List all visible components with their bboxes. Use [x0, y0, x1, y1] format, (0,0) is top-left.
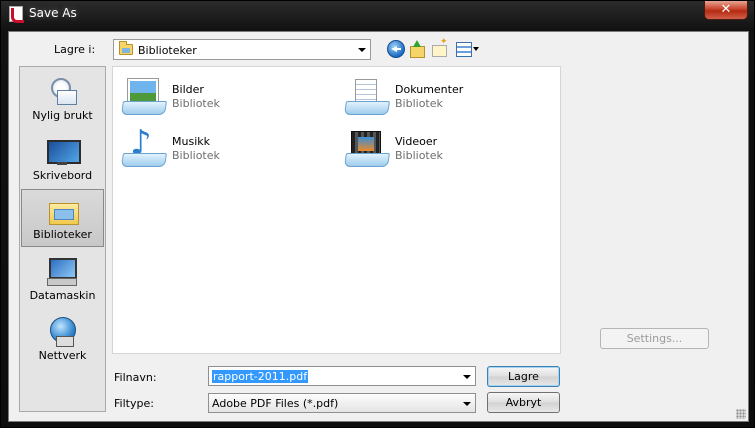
- library-name: Bilder: [172, 83, 204, 96]
- cancel-button[interactable]: Avbryt: [487, 392, 560, 413]
- filename-combobox[interactable]: rapport-2011.pdf: [208, 366, 476, 386]
- recent-places-icon: [47, 76, 77, 106]
- filetype-label: Filtype:: [114, 397, 154, 410]
- back-icon[interactable]: [387, 40, 405, 58]
- library-item-music[interactable]: Musikk Bibliotek: [116, 123, 326, 173]
- library-name: Dokumenter: [395, 83, 464, 96]
- save-as-dialog: Save As ✕ Lagre i: Biblioteker Nylig bru…: [0, 0, 755, 428]
- library-item-pictures[interactable]: Bilder Bibliotek: [116, 75, 326, 121]
- chevron-down-icon[interactable]: [463, 402, 471, 406]
- place-network[interactable]: Nettverk: [21, 311, 104, 369]
- library-item-documents[interactable]: Dokumenter Bibliotek: [339, 75, 549, 121]
- libraries-icon: [48, 195, 79, 225]
- library-type: Bibliotek: [395, 149, 443, 162]
- filename-label: Filnavn:: [114, 371, 157, 384]
- videos-library-icon: [343, 129, 390, 171]
- settings-button[interactable]: Settings...: [600, 328, 709, 349]
- library-name: Musikk: [172, 135, 210, 148]
- place-label: Nettverk: [38, 349, 87, 362]
- filetype-dropdown[interactable]: Adobe PDF Files (*.pdf): [208, 393, 476, 413]
- music-library-icon: [120, 123, 167, 171]
- computer-icon: [47, 256, 77, 286]
- file-list-view[interactable]: Bilder Bibliotek Dokumenter Bibliotek Mu…: [112, 66, 561, 354]
- network-icon: [47, 316, 77, 347]
- place-label: Nylig brukt: [32, 109, 93, 122]
- pictures-library-icon: [120, 77, 167, 119]
- close-button[interactable]: ✕: [704, 1, 748, 20]
- dialog-client-area: Lagre i: Biblioteker Nylig brukt Skriveb…: [8, 31, 749, 422]
- place-libraries[interactable]: Biblioteker: [21, 189, 104, 247]
- library-item-videos[interactable]: Videoer Bibliotek: [339, 127, 549, 173]
- look-in-dropdown[interactable]: Biblioteker: [113, 39, 371, 60]
- new-folder-icon[interactable]: [431, 37, 448, 58]
- places-bar: Nylig brukt Skrivebord Biblioteker Datam…: [19, 66, 106, 412]
- resize-grip[interactable]: [736, 409, 746, 419]
- library-type: Bibliotek: [172, 149, 220, 162]
- save-button[interactable]: Lagre: [487, 366, 560, 387]
- place-label: Biblioteker: [33, 228, 92, 241]
- filename-input[interactable]: rapport-2011.pdf: [212, 370, 309, 383]
- views-menu-icon[interactable]: [455, 40, 481, 58]
- up-folder-icon[interactable]: [409, 40, 425, 58]
- acrobat-app-icon: [9, 6, 24, 23]
- place-recent[interactable]: Nylig brukt: [21, 71, 104, 129]
- libraries-folder-icon: [119, 41, 133, 55]
- window-title: Save As: [29, 6, 77, 20]
- desktop-icon: [47, 136, 81, 166]
- place-label: Datamaskin: [29, 289, 96, 302]
- place-desktop[interactable]: Skrivebord: [21, 131, 104, 189]
- look-in-value: Biblioteker: [138, 44, 197, 57]
- filetype-value: Adobe PDF Files (*.pdf): [212, 397, 339, 410]
- close-icon: ✕: [720, 2, 732, 17]
- chevron-down-icon[interactable]: [358, 48, 366, 52]
- place-computer[interactable]: Datamaskin: [21, 251, 104, 309]
- library-type: Bibliotek: [395, 97, 443, 110]
- documents-library-icon: [343, 77, 390, 119]
- chevron-down-icon[interactable]: [463, 375, 471, 379]
- title-bar[interactable]: Save As ✕: [1, 1, 754, 29]
- look-in-label: Lagre i:: [54, 43, 96, 56]
- library-name: Videoer: [395, 135, 438, 148]
- place-label: Skrivebord: [32, 169, 93, 182]
- library-type: Bibliotek: [172, 97, 220, 110]
